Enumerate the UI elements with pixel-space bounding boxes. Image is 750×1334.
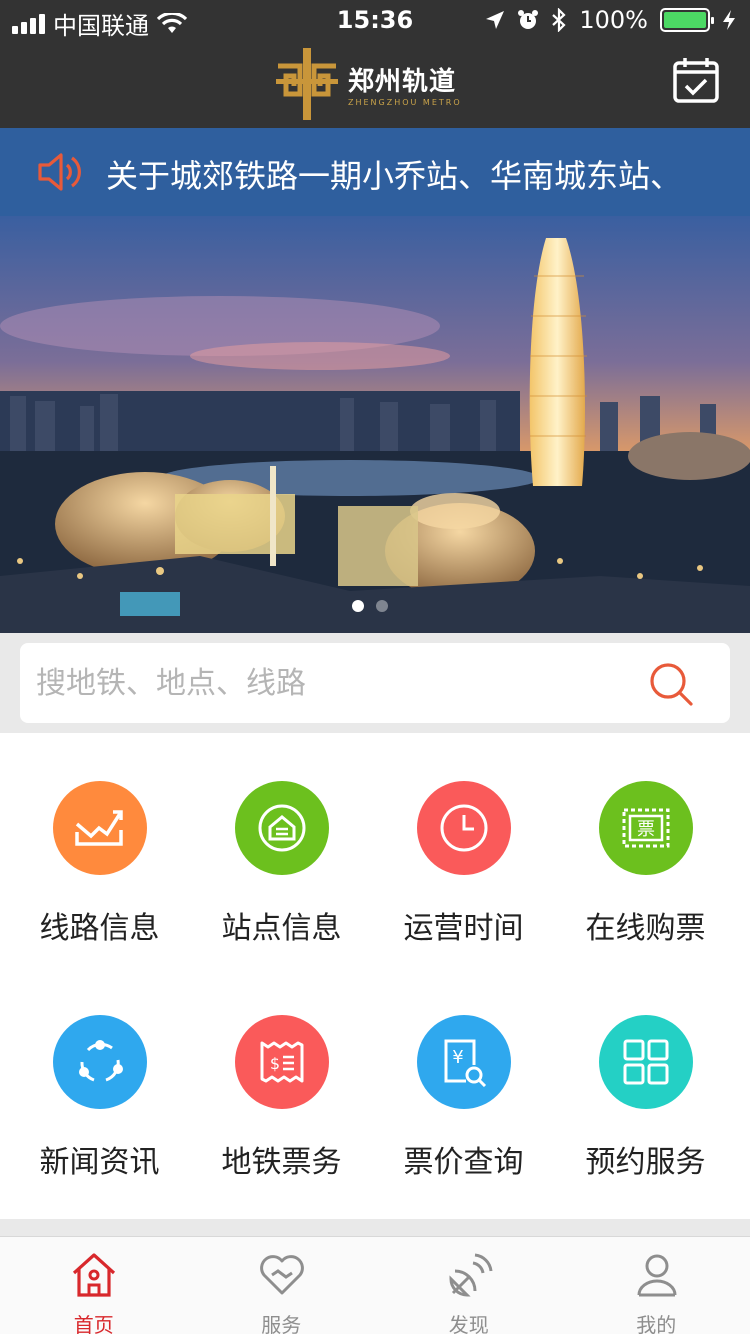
logo-english-text: ZHENGZHOU METRO (348, 98, 462, 107)
tab-label: 我的 (636, 1313, 677, 1334)
pagination-dot[interactable] (352, 600, 364, 612)
battery-icon (660, 8, 714, 32)
news-share-icon (53, 1015, 147, 1109)
logo-chinese-text: 郑州轨道 (348, 67, 457, 97)
fare-query-icon: ¥ (417, 1015, 511, 1109)
discover-icon (449, 1253, 493, 1297)
receipt-icon: $ (235, 1015, 329, 1109)
search-section (0, 633, 750, 733)
status-bar: 中国联通 15:36 100% (0, 0, 750, 40)
service-fare-query[interactable]: ¥ 票价查询 (370, 1015, 557, 1215)
grid-apps-icon (599, 1015, 693, 1109)
svg-text:¥: ¥ (452, 1047, 463, 1068)
tab-label: 首页 (73, 1313, 114, 1334)
service-online-ticket[interactable]: 票 在线购票 (552, 781, 739, 981)
zhengzhou-metro-logo: 郑州轨道 ZHENGZHOU METRO (274, 46, 462, 122)
charging-icon (723, 10, 735, 30)
service-metro-ticketing[interactable]: $ 地铁票务 (188, 1015, 375, 1215)
tab-label: 发现 (448, 1313, 489, 1334)
calendar-check-icon[interactable] (672, 56, 720, 104)
service-reservation[interactable]: 预约服务 (552, 1015, 739, 1215)
search-icon[interactable] (648, 661, 694, 707)
city-night-banner-image (0, 216, 750, 633)
ticket-icon: 票 (599, 781, 693, 875)
route-chart-icon (53, 781, 147, 875)
service-operating-hours[interactable]: 运营时间 (370, 781, 557, 981)
heart-icon (259, 1255, 304, 1295)
banner-pagination[interactable] (352, 600, 388, 612)
notice-text: 关于城郊铁路一期小乔站、华南城东站、 (106, 157, 683, 195)
service-grid: 线路信息 站点信息 运营时间 票 在线购票 新闻资讯 $ 地铁票务 ¥ 票价查询 (0, 733, 750, 1219)
home-icon (72, 1253, 116, 1297)
svg-text:票: 票 (637, 819, 655, 840)
tab-home[interactable]: 首页 (0, 1237, 188, 1334)
tab-label: 服务 (261, 1313, 302, 1334)
service-label: 站点信息 (221, 911, 342, 946)
tab-services[interactable]: 服务 (188, 1237, 376, 1334)
service-label: 运营时间 (403, 911, 524, 946)
tab-discover[interactable]: 发现 (375, 1237, 563, 1334)
service-news[interactable]: 新闻资讯 (6, 1015, 193, 1215)
clock-icon (417, 781, 511, 875)
alarm-icon (518, 10, 539, 29)
bluetooth-icon (552, 8, 566, 32)
bottom-tab-bar: 首页 服务 发现 我的 (0, 1236, 750, 1334)
service-label: 在线购票 (585, 911, 706, 946)
battery-percent: 100% (579, 6, 648, 34)
banner-carousel[interactable] (0, 216, 750, 633)
pagination-dot[interactable] (376, 600, 388, 612)
user-icon (637, 1254, 676, 1297)
app-header: 郑州轨道 ZHENGZHOU METRO (0, 40, 750, 128)
svg-text:$: $ (270, 1054, 280, 1073)
station-icon (235, 781, 329, 875)
service-label: 预约服务 (585, 1145, 706, 1180)
service-label: 票价查询 (403, 1145, 524, 1180)
service-label: 线路信息 (39, 911, 160, 946)
tab-me[interactable]: 我的 (563, 1237, 750, 1334)
service-station-info[interactable]: 站点信息 (188, 781, 375, 981)
location-arrow-icon (486, 11, 505, 29)
service-label: 地铁票务 (221, 1145, 342, 1180)
search-bar[interactable] (20, 643, 730, 723)
status-right: 100% (485, 6, 736, 34)
search-input[interactable] (36, 659, 636, 707)
metro-logo-icon (276, 48, 338, 120)
service-route-info[interactable]: 线路信息 (6, 781, 193, 981)
speaker-icon (38, 153, 81, 191)
service-label: 新闻资讯 (39, 1145, 160, 1180)
notice-ticker[interactable]: 关于城郊铁路一期小乔站、华南城东站、 (0, 128, 750, 216)
